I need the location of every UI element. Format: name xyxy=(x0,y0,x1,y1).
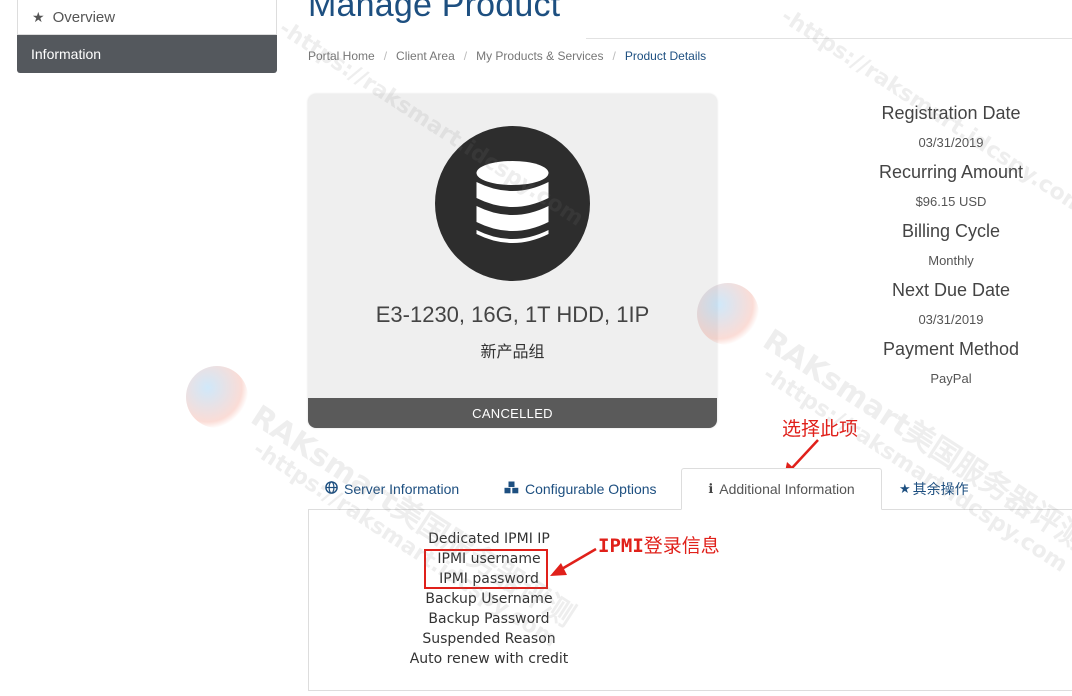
star-icon: ★ xyxy=(899,481,911,497)
tab-server-information[interactable]: Server Information xyxy=(325,468,459,510)
tab-bar: Server Information Configurable Options … xyxy=(308,468,1072,510)
product-card: E3-1230, 16G, 1T HDD, 1IP 新产品组 CANCELLED xyxy=(308,94,717,428)
field-label: Backup Username xyxy=(425,591,553,607)
annotation-ipmi-login: IPMI登录信息 xyxy=(598,531,720,558)
product-name: E3-1230, 16G, 1T HDD, 1IP xyxy=(375,302,650,327)
billing-value: $96.15 USD xyxy=(915,194,987,209)
field-label: Auto renew with credit xyxy=(409,651,569,667)
billing-value: Monthly xyxy=(928,253,974,268)
watermark-logo xyxy=(186,366,248,428)
billing-label: Registration Date xyxy=(881,103,1021,123)
product-icon-circle xyxy=(435,126,590,281)
sidebar-item-information[interactable]: Information xyxy=(17,35,277,73)
billing-label: Next Due Date xyxy=(891,280,1011,300)
breadcrumb-separator: / xyxy=(463,49,468,63)
page-title: Manage Product xyxy=(308,0,561,24)
tab-label: Additional Information xyxy=(719,481,855,497)
product-group: 新产品组 xyxy=(480,342,545,361)
breadcrumb: Portal Home / Client Area / My Products … xyxy=(308,49,706,63)
annotation-ipmi-suffix: 登录信息 xyxy=(643,535,720,557)
sidebar: ★ Overview Information xyxy=(17,0,277,73)
billing-value: 03/31/2019 xyxy=(918,135,984,150)
database-icon xyxy=(476,161,549,243)
title-divider xyxy=(586,38,1072,39)
tab-configurable-options[interactable]: Configurable Options xyxy=(504,468,657,510)
tab-label: Server Information xyxy=(344,481,460,497)
field-label: Backup Password xyxy=(428,611,550,627)
info-icon: ℹ xyxy=(708,481,714,496)
breadcrumb-client-area[interactable]: Client Area xyxy=(396,49,455,63)
cubes-icon xyxy=(504,481,519,497)
billing-label: Payment Method xyxy=(882,339,1020,359)
annotation-highlight-box xyxy=(424,549,548,589)
tab-label: Configurable Options xyxy=(525,481,657,497)
breadcrumb-portal-home[interactable]: Portal Home xyxy=(308,49,375,63)
globe-icon xyxy=(325,481,338,497)
sidebar-item-label: Information xyxy=(31,46,102,62)
star-icon: ★ xyxy=(32,8,45,25)
field-label: Suspended Reason xyxy=(422,631,556,647)
status-badge: CANCELLED xyxy=(308,398,717,428)
billing-value: PayPal xyxy=(930,371,972,386)
billing-info: Registration Date 03/31/2019 Recurring A… xyxy=(832,100,1070,395)
breadcrumb-separator: / xyxy=(612,49,616,63)
billing-value: 03/31/2019 xyxy=(918,312,984,327)
sidebar-item-label: Overview xyxy=(52,8,116,26)
breadcrumb-separator: / xyxy=(383,49,388,63)
billing-label: Recurring Amount xyxy=(878,162,1024,182)
tab-additional-information[interactable]: ℹ Additional Information xyxy=(681,468,882,510)
annotation-ipmi-prefix: IPMI xyxy=(598,535,644,557)
annotation-select-tab: 选择此项 xyxy=(782,418,859,440)
breadcrumb-my-products[interactable]: My Products & Services xyxy=(476,49,603,63)
tab-label: 其余操作 xyxy=(912,482,969,498)
billing-label: Billing Cycle xyxy=(901,221,1001,241)
tab-other-actions[interactable]: ★ 其余操作 xyxy=(899,468,969,510)
breadcrumb-product-details: Product Details xyxy=(624,49,707,63)
sidebar-item-overview[interactable]: ★ Overview xyxy=(17,0,277,35)
